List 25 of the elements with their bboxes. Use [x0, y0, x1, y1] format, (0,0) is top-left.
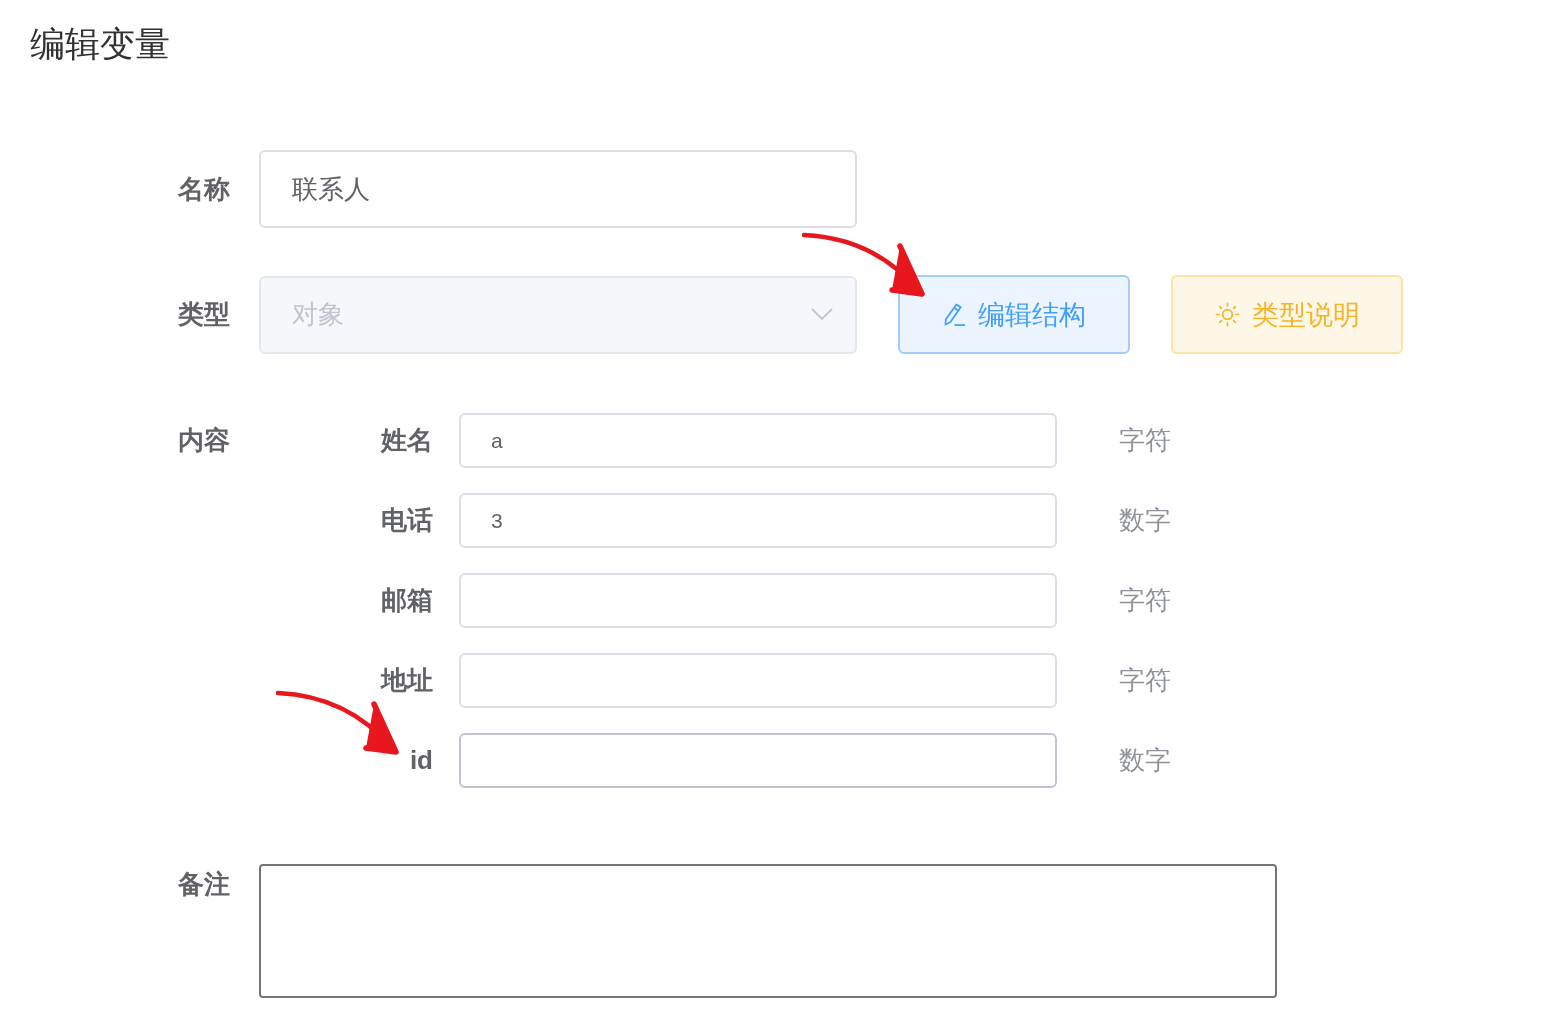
pencil-icon: [942, 302, 966, 327]
field-label: 名称: [178, 172, 231, 206]
remark-textarea[interactable]: [259, 864, 1277, 998]
field-label: 地址: [381, 665, 433, 695]
field-label: 电话: [381, 505, 433, 535]
input-field[interactable]: 3: [459, 493, 1057, 548]
page-title: 编辑变量: [30, 23, 170, 65]
name-field[interactable]: 联系人: [259, 150, 857, 228]
field-label: 类型: [178, 298, 231, 331]
input-field[interactable]: [459, 653, 1057, 708]
input-field[interactable]: [459, 573, 1057, 628]
field-label: 内容: [178, 424, 231, 457]
input-field[interactable]: a: [459, 413, 1057, 468]
field-type: 字符: [1119, 424, 1171, 457]
input-field[interactable]: [459, 733, 1057, 788]
field-label: 邮箱: [381, 585, 433, 615]
sun-icon: [1214, 302, 1240, 327]
field-label: 备注: [178, 868, 231, 901]
field-type: 字符: [1119, 584, 1171, 617]
field-label: id: [409, 745, 433, 775]
chevron-down-icon: [811, 308, 833, 321]
field-type: 数字: [1119, 504, 1171, 537]
field-type: 字符: [1119, 664, 1171, 697]
field-label: 姓名: [381, 425, 433, 455]
field-type: 数字: [1119, 744, 1171, 777]
